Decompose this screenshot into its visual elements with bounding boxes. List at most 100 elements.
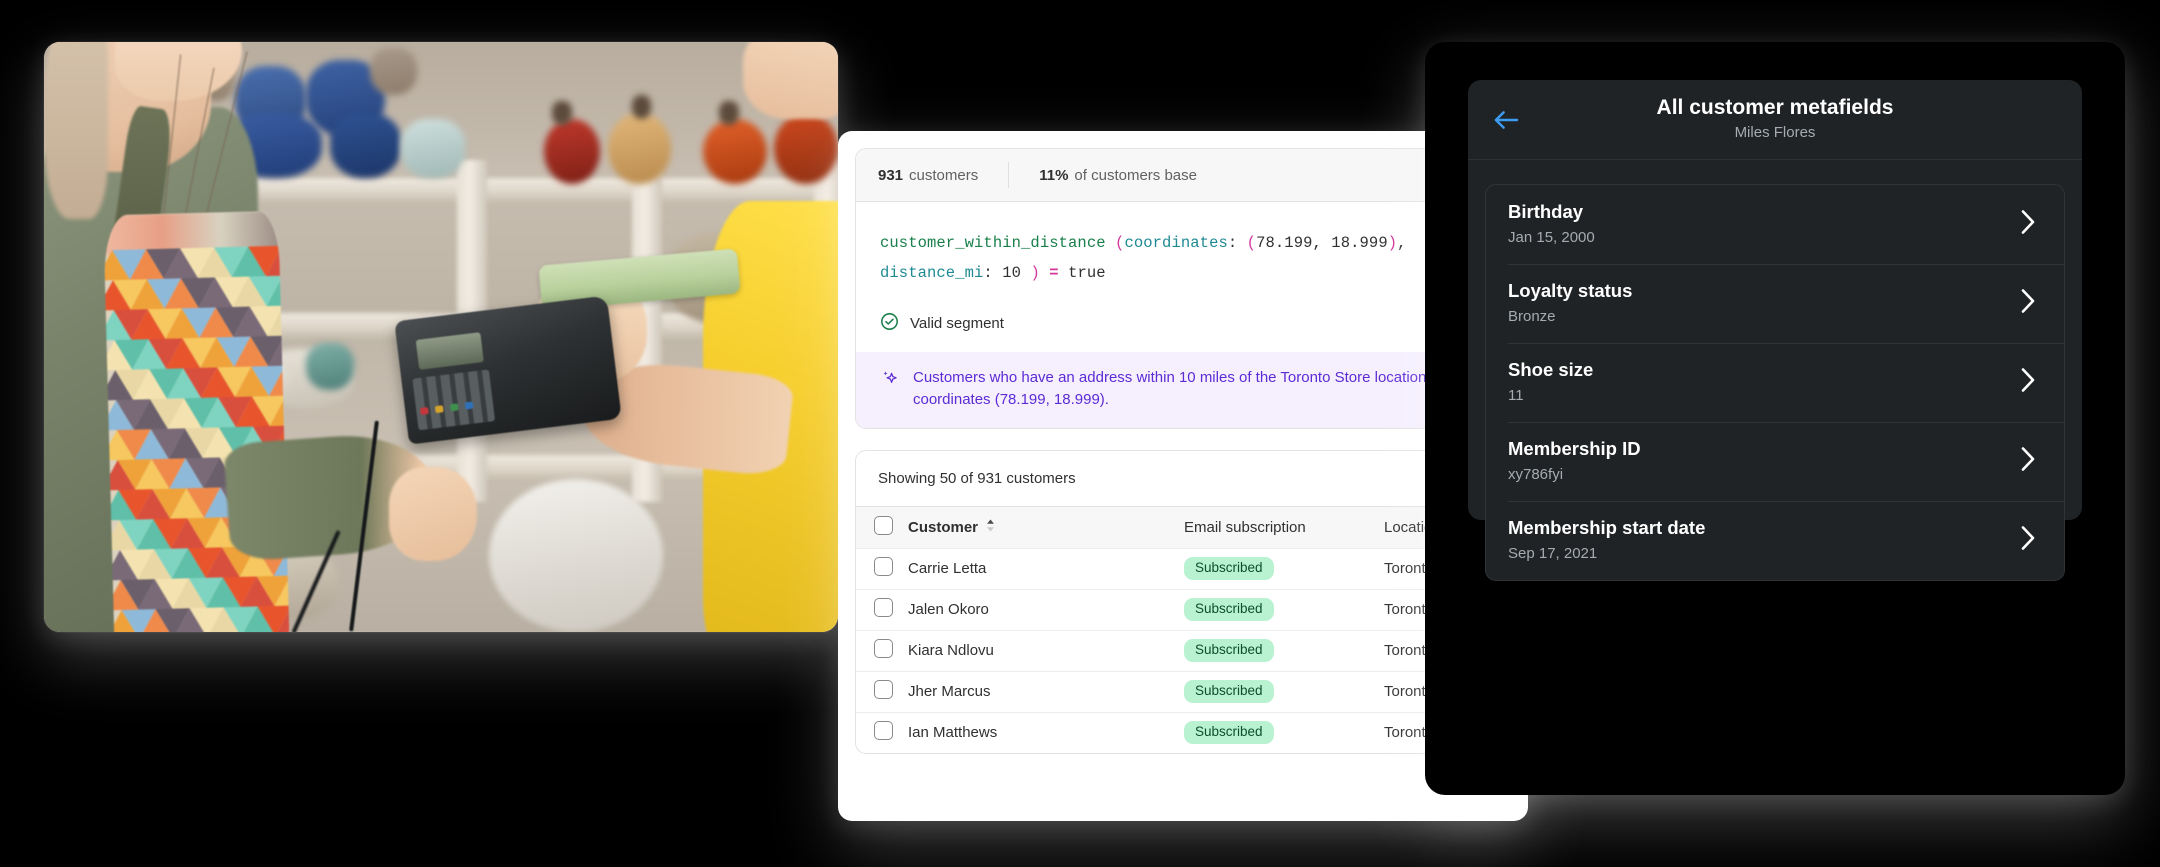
metafield-value: 11 (1508, 387, 1524, 404)
customer-name-cell[interactable]: Carrie Letta (908, 548, 1184, 589)
row-select-cell (856, 630, 908, 671)
segment-query-editor[interactable]: customer_within_distance (coordinates: (… (856, 202, 1510, 296)
customer-name: Ian Matthews (908, 724, 998, 742)
code-token: ) (1387, 234, 1398, 252)
code-token: : (983, 264, 1003, 282)
table-row[interactable]: Jalen OkoroSubscribedToronto, Canada (856, 589, 1510, 630)
jar-lid (552, 101, 572, 125)
stat-label: of customers base (1074, 166, 1197, 184)
email-subscription-cell: Subscribed (1184, 548, 1384, 589)
code-token: 10 (1002, 264, 1022, 282)
row-checkbox[interactable] (874, 721, 893, 741)
customer-name: Jalen Okoro (908, 601, 989, 618)
status-badge: Subscribed (1184, 639, 1274, 662)
code-token: ) (1021, 264, 1040, 282)
sort-arrows-icon[interactable] (985, 518, 996, 537)
terminal-key (450, 403, 459, 412)
terminal-key (464, 401, 474, 410)
metafield-row-main: Membership ID xy786fyi (1508, 437, 2020, 485)
metafield-row[interactable]: Membership ID xy786fyi (1486, 422, 2064, 501)
terminal-keypad (412, 369, 496, 431)
metafields-header: All customer metafields Miles Flores (1468, 80, 2082, 160)
metafield-row-main: Birthday Jan 15, 2000 (1508, 200, 2020, 248)
metafield-value: Jan 15, 2000 (1508, 229, 1595, 246)
code-line-1[interactable]: customer_within_distance (coordinates: (… (880, 228, 1486, 258)
customers-table-head: Customer Email subscription Location (856, 507, 1510, 548)
chevron-right-icon[interactable] (2020, 446, 2036, 477)
showing-count-text: Showing 50 of 931 customers (878, 470, 1076, 487)
stat-label: customers (909, 166, 979, 184)
metafield-value: xy786fyi (1508, 466, 1564, 483)
customer-name-cell[interactable]: Jalen Okoro (908, 589, 1184, 630)
pottery-jar (544, 118, 600, 184)
arrow-left-icon[interactable] (1492, 106, 1520, 134)
chevron-right-icon[interactable] (2020, 525, 2036, 556)
customer-name-subtitle: Miles Flores (1734, 124, 1816, 141)
metafield-row[interactable]: Birthday Jan 15, 2000 (1486, 185, 2064, 264)
code-token: 78.199, 18.999 (1256, 234, 1388, 252)
table-header-row: Customer Email subscription Location (856, 507, 1510, 548)
customer-name-cell[interactable]: Jher Marcus (908, 671, 1184, 712)
metafield-row[interactable]: Loyalty status Bronze (1486, 264, 2064, 343)
table-row[interactable]: Carrie LettaSubscribedToronto, Canada (856, 548, 1510, 589)
status-badge: Subscribed (1184, 598, 1274, 621)
metafield-row-main: Membership start date Sep 17, 2021 (1508, 516, 2020, 564)
metafields-titles: All customer metafields Miles Flores (1657, 95, 1894, 144)
row-checkbox[interactable] (874, 680, 893, 699)
page-title: All customer metafields (1656, 96, 1894, 119)
code-line-2[interactable]: distance_mi: 10 ) = true (880, 258, 1486, 288)
table-row[interactable]: Jher MarcusSubscribedToronto, Canada (856, 671, 1510, 712)
pottery-jar (369, 47, 418, 96)
terminal-key (420, 406, 430, 415)
pottery-bowl (488, 478, 664, 632)
validation-text: Valid segment (910, 315, 1004, 332)
metafields-list: Birthday Jan 15, 2000 Loyalty status Bronze… (1485, 184, 2065, 581)
code-token: , (1397, 234, 1407, 252)
table-row[interactable]: Kiara NdlovuSubscribedToronto, Canada (856, 630, 1510, 671)
metafield-row[interactable]: Membership start date Sep 17, 2021 (1486, 501, 2064, 580)
pottery-cup (306, 342, 354, 391)
column-header-customer[interactable]: Customer (908, 507, 1184, 548)
retail-photo-image (44, 42, 838, 632)
metafield-row[interactable]: Shoe size 11 (1486, 343, 2064, 422)
code-token: ( (1237, 234, 1257, 252)
customer-name: Carrie Letta (908, 560, 987, 577)
segment-stats-row: 931 customers 11% of customers base (856, 149, 1510, 202)
metafield-label: Birthday (1508, 201, 1584, 222)
metafield-label: Loyalty status (1508, 280, 1633, 301)
select-all-checkbox[interactable] (874, 515, 893, 535)
jar-lid (631, 95, 652, 119)
status-badge: Subscribed (1184, 557, 1274, 580)
table-row[interactable]: Ian MatthewsSubscribedToronto, Canada (856, 712, 1510, 753)
row-checkbox[interactable] (874, 598, 893, 617)
pottery-mug (329, 112, 402, 178)
apron-triangle-pattern (103, 245, 290, 632)
metafield-label: Shoe size (1508, 359, 1594, 380)
pottery-jar (774, 112, 838, 184)
chevron-right-icon[interactable] (2020, 367, 2036, 398)
customer-name-cell[interactable]: Ian Matthews (908, 712, 1184, 753)
row-select-cell (856, 671, 908, 712)
segment-definition-panel: 931 customers 11% of customers base cust… (855, 148, 1511, 429)
chevron-right-icon[interactable] (2020, 209, 2036, 240)
stat-value: 11% (1039, 166, 1069, 184)
customer-name-cell[interactable]: Kiara Ndlovu (908, 630, 1184, 671)
email-subscription-cell: Subscribed (1184, 671, 1384, 712)
metafield-value: Bronze (1508, 308, 1556, 325)
customer-results-panel: Showing 50 of 931 customers Customer Ema… (855, 450, 1511, 754)
stat-divider (1008, 162, 1010, 188)
metafields-sheet: All customer metafields Miles Flores Bir… (1468, 80, 2082, 581)
status-badge: Subscribed (1184, 721, 1274, 745)
row-select-cell (856, 712, 908, 753)
customer-shoulder (742, 42, 838, 119)
code-token: coordinates (1124, 234, 1228, 252)
terminal-screen (416, 331, 484, 370)
email-subscription-cell: Subscribed (1184, 589, 1384, 630)
chevron-right-icon[interactable] (2020, 288, 2036, 319)
code-token: customer_within_distance (880, 234, 1106, 252)
column-header-email-subscription: Email subscription (1184, 507, 1384, 548)
row-checkbox[interactable] (874, 639, 893, 658)
code-token: : (1227, 234, 1238, 252)
row-checkbox[interactable] (874, 557, 893, 576)
